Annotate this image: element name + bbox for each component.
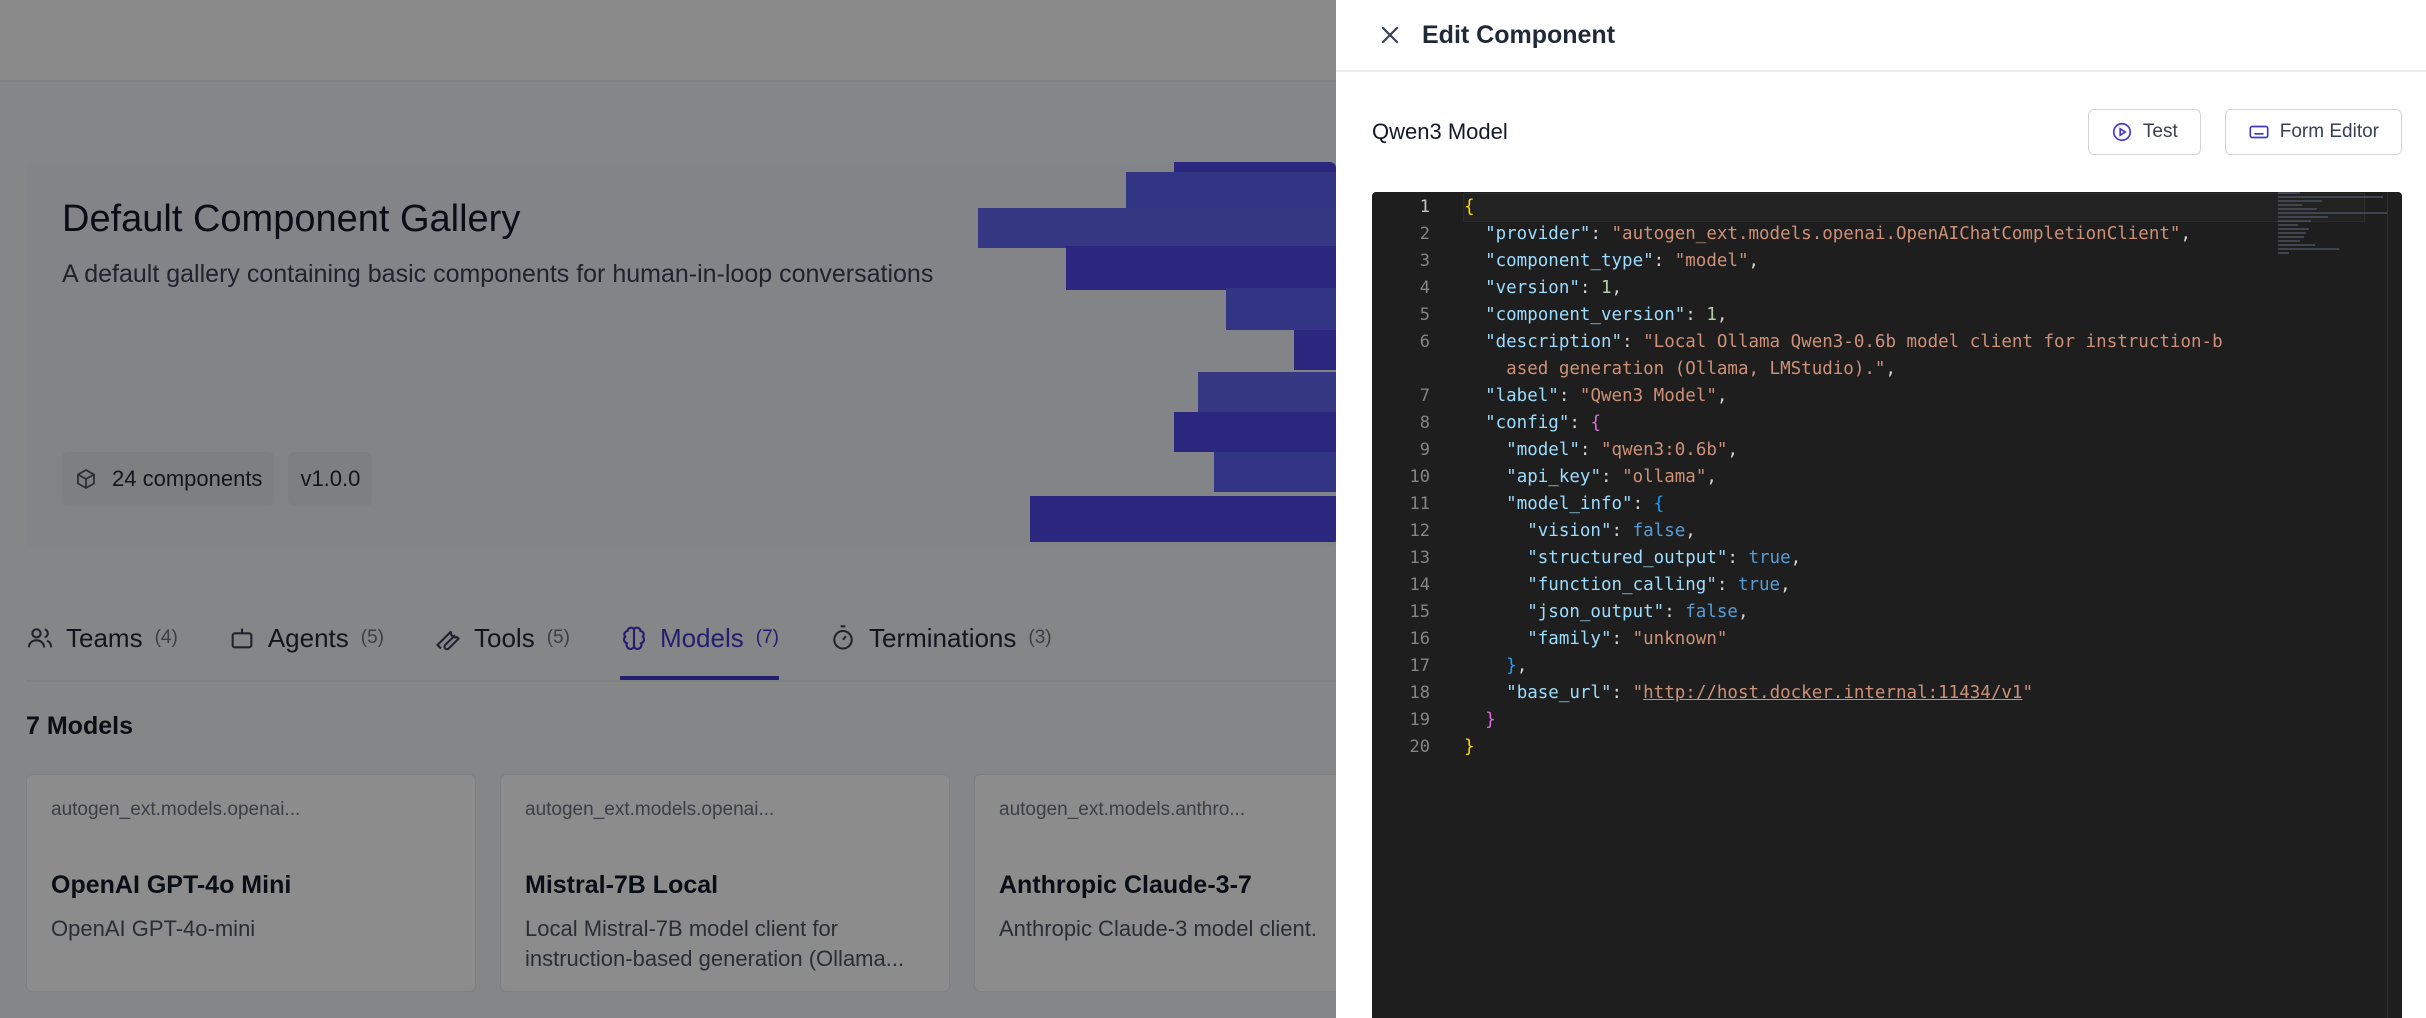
provider-value: "autogen_ext.models.openai.OpenAIChatCom… <box>1611 224 2181 244</box>
base-url-quote: " <box>2022 683 2033 703</box>
editor-minimap[interactable] <box>2278 192 2388 262</box>
code-line: "function_calling": true, <box>1527 575 1791 595</box>
code-line: ased generation (Ollama, LMStudio).", <box>1506 359 1896 379</box>
line-number: 9 <box>1419 440 1430 460</box>
test-button[interactable]: Test <box>2087 109 2201 155</box>
modal-backdrop[interactable] <box>0 0 1336 1018</box>
line-number: 8 <box>1419 413 1430 433</box>
edit-component-drawer: Edit Component Qwen3 Model Test Form Edi… <box>1336 0 2426 1018</box>
keyboard-icon <box>2249 125 2269 139</box>
line-number: 13 <box>1409 548 1430 568</box>
code-line: "model": "qwen3:0.6b", <box>1506 440 1738 460</box>
form-editor-button[interactable]: Form Editor <box>2224 109 2402 155</box>
model-value: "qwen3:0.6b" <box>1601 440 1728 460</box>
code-lines: { "provider": "autogen_ext.models.openai… <box>1463 193 2365 761</box>
vision-value: false <box>1632 521 1686 541</box>
code-line: "api_key": "ollama", <box>1506 467 1717 487</box>
line-number: 14 <box>1409 575 1430 595</box>
family-value: "unknown" <box>1632 629 1728 649</box>
component-toolbar: Qwen3 Model Test Form Editor <box>1372 108 2402 156</box>
line-number: 12 <box>1409 521 1430 541</box>
line-number: 18 <box>1409 683 1430 703</box>
line-number: 7 <box>1419 386 1430 406</box>
code-line: "family": "unknown" <box>1527 629 1728 649</box>
function-calling-value: true <box>1737 575 1781 595</box>
label-value: "Qwen3 Model" <box>1579 386 1717 406</box>
code-line: } <box>1485 710 1496 730</box>
line-number: 6 <box>1419 332 1430 352</box>
line-number: 19 <box>1409 710 1430 730</box>
json-output-value: false <box>1685 602 1738 622</box>
drawer-header: Edit Component <box>1336 0 2426 72</box>
line-number <box>1372 356 1430 383</box>
code-line: "base_url": "http://host.docker.internal… <box>1506 683 2033 703</box>
component-name: Qwen3 Model <box>1372 119 1508 144</box>
line-number: 4 <box>1419 278 1430 298</box>
line-number: 2 <box>1419 224 1430 244</box>
line-number: 3 <box>1419 251 1430 271</box>
code-line: }, <box>1506 656 1528 676</box>
close-button[interactable] <box>1376 21 1404 49</box>
code-line: "structured_output": true, <box>1527 548 1802 568</box>
component-type-value: "model" <box>1674 251 1749 271</box>
line-number: 16 <box>1409 629 1430 649</box>
line-number-gutter: 1 2 3 4 5 6 7 8 9 10 11 12 13 14 15 16 1… <box>1372 192 1430 761</box>
code-line: "model_info": { <box>1506 494 1665 514</box>
code-line: "config": { <box>1485 413 1601 433</box>
form-editor-button-label: Form Editor <box>2279 121 2379 142</box>
play-circle-icon <box>2112 122 2131 142</box>
editor-scrollbar[interactable] <box>2387 192 2402 1018</box>
line-number: 15 <box>1409 602 1430 622</box>
code-line: "json_output": false, <box>1527 602 1749 622</box>
code-line: "component_type": "model", <box>1485 251 1760 271</box>
structured-output-value: true <box>1748 548 1791 568</box>
description-value-part1: "Local Ollama Qwen3-0.6b model client fo… <box>1643 332 2223 352</box>
code-line: "label": "Qwen3 Model", <box>1485 386 1728 406</box>
line-number: 1 <box>1419 197 1430 217</box>
line-number: 17 <box>1409 656 1430 676</box>
base-url-quote: " <box>1632 683 1644 703</box>
code-line: "vision": false, <box>1527 521 1696 541</box>
line-number: 20 <box>1409 737 1430 757</box>
drawer-title: Edit Component <box>1422 20 1616 49</box>
code-line: } <box>1464 737 1475 757</box>
code-line: "version": 1, <box>1485 278 1623 298</box>
code-line: "provider": "autogen_ext.models.openai.O… <box>1485 224 2192 244</box>
code-line: "component_version": 1, <box>1485 305 1728 325</box>
component-version-value: 1 <box>1706 305 1717 325</box>
code-line: "description": "Local Ollama Qwen3-0.6b … <box>1485 332 2223 352</box>
api-key-value: "ollama" <box>1622 467 1707 487</box>
close-icon <box>1381 26 1399 44</box>
test-button-label: Test <box>2142 121 2178 142</box>
line-number: 11 <box>1409 494 1430 514</box>
base-url-link[interactable]: http://host.docker.internal:11434/v1 <box>1643 683 2022 703</box>
line-number: 5 <box>1419 305 1430 325</box>
version-value: 1 <box>1600 278 1612 298</box>
description-value-part2: ased generation (Ollama, LMStudio)." <box>1506 359 1886 379</box>
json-code-editor[interactable]: 1 2 3 4 5 6 7 8 9 10 11 12 13 14 15 16 1… <box>1372 192 2402 1018</box>
line-number: 10 <box>1409 467 1430 487</box>
code-line: { <box>1463 193 2365 222</box>
